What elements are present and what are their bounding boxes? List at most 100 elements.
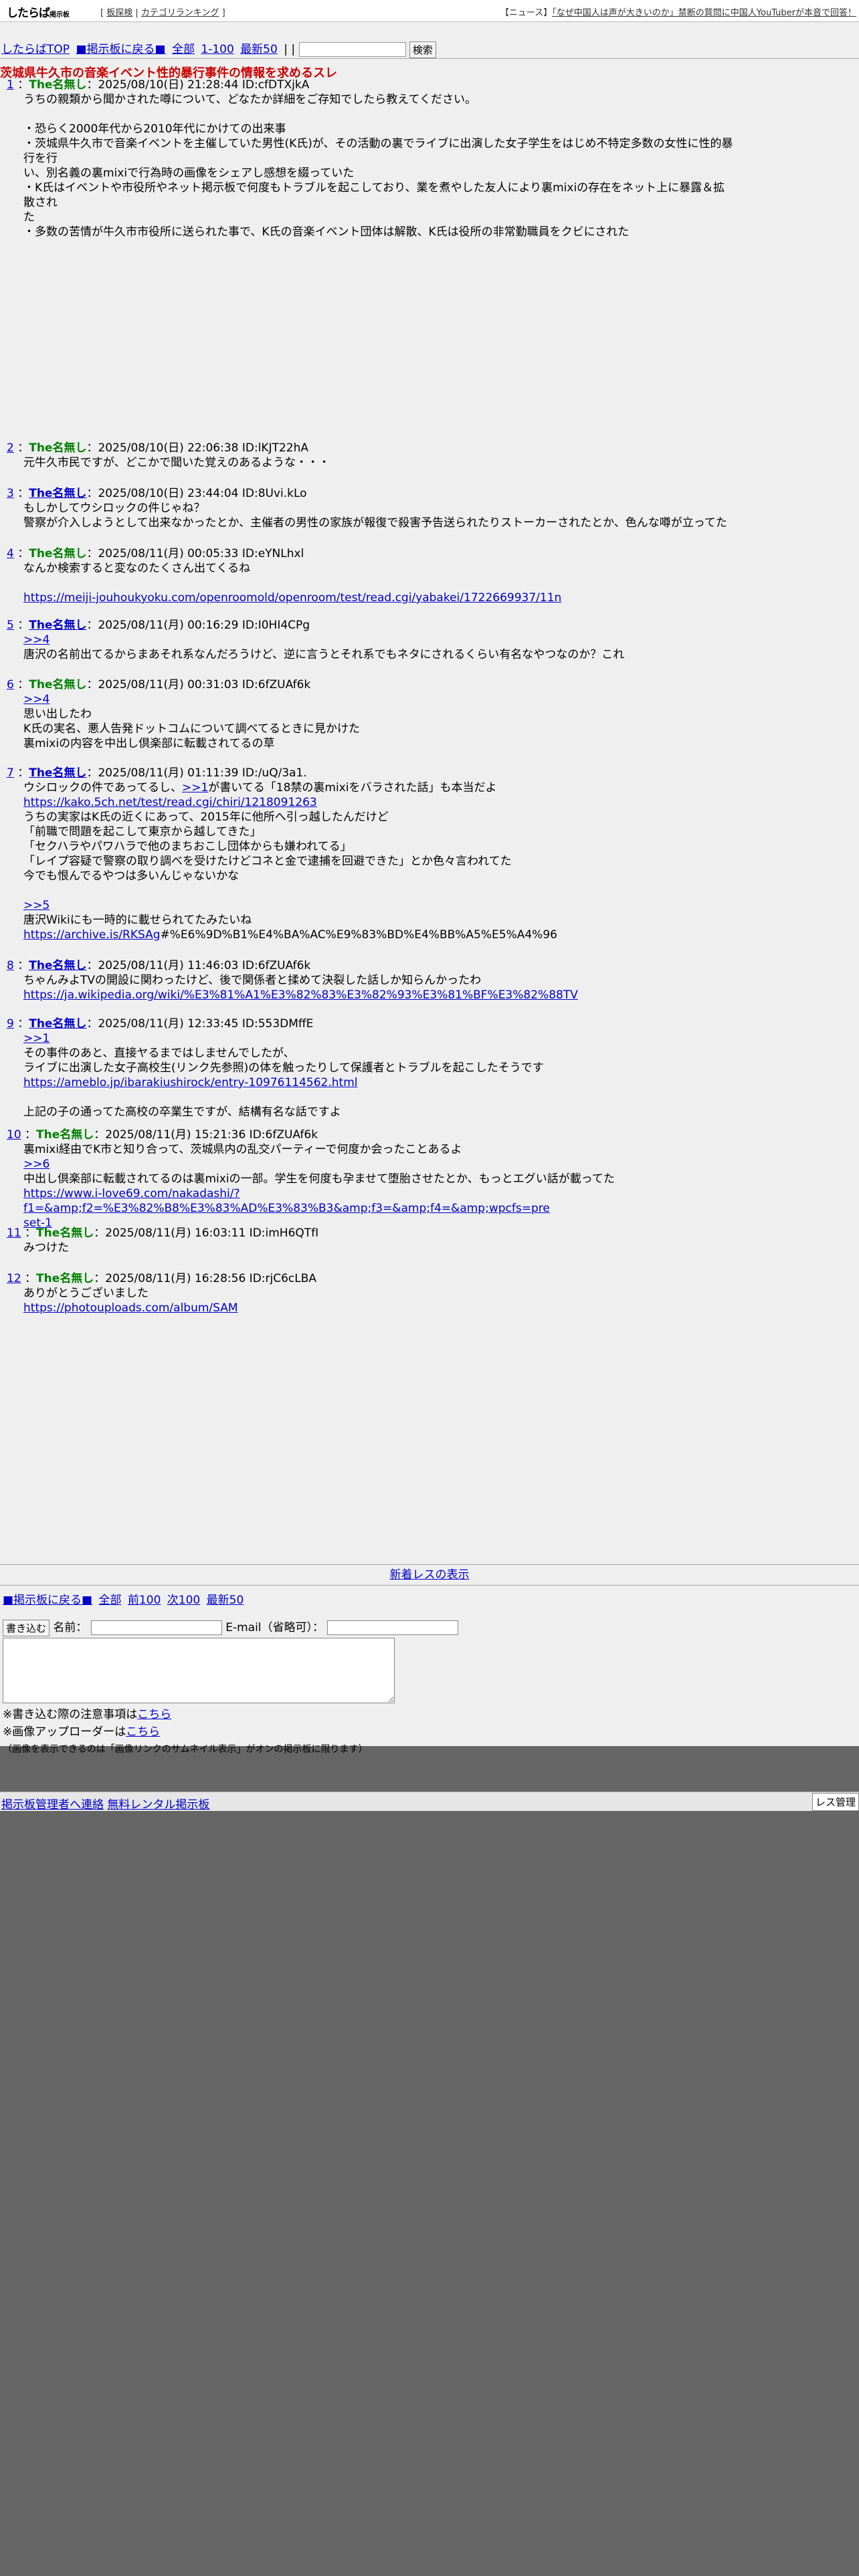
rules-link[interactable]: こちら xyxy=(137,1708,171,1721)
post-form: 書き込む 名前： E-mail（省略可）： xyxy=(3,1618,459,1636)
post-line: 元牛久市民ですが、どこかで聞いた覚えのあるような・・・ xyxy=(23,456,330,469)
note-text: （画像を表示できるのは「画像リンクのサムネイル表示」がオンの掲示板に限ります） xyxy=(3,1744,368,1755)
post-line: 唐沢Wikiにも一時的に載せられてたみたいね xyxy=(23,914,252,927)
post-line xyxy=(23,883,736,898)
post-11: 11 ：The名無し：2025/08/11(月) 16:03:11 ID:imH… xyxy=(0,1226,736,1255)
post-number[interactable]: 6 xyxy=(7,678,14,691)
range-link[interactable]: 1-100 xyxy=(201,43,233,56)
post-number[interactable]: 12 xyxy=(7,1272,21,1285)
post-number[interactable]: 9 xyxy=(7,1017,14,1031)
all-posts-link[interactable]: 全部 xyxy=(99,1594,122,1607)
post-line: 「前職で問題を起こして東京から越してきた」 xyxy=(23,825,262,839)
post-line: みつけた xyxy=(23,1241,69,1255)
bracket: [ xyxy=(100,8,104,18)
res-admin-button[interactable]: レス管理 xyxy=(812,1793,859,1811)
post-number[interactable]: 7 xyxy=(7,766,14,780)
latest50-link[interactable]: 最新50 xyxy=(207,1594,244,1607)
poster-name[interactable]: The名無し xyxy=(29,766,86,780)
uploader-link[interactable]: こちら xyxy=(126,1725,160,1739)
post-link[interactable]: https://ja.wikipedia.org/wiki/%E3%81%A1%… xyxy=(23,988,578,1002)
post-1: 1 ：The名無し：2025/08/10(日) 21:28:44 ID:cfDT… xyxy=(0,78,736,239)
post-meta: ：2025/08/10(日) 22:06:38 ID:lKJT22hA xyxy=(86,441,309,455)
name-input[interactable] xyxy=(90,1620,222,1635)
show-new-res-link[interactable]: 新着レスの表示 xyxy=(390,1568,470,1582)
post-line: その事件のあと、直接ヤるまではしませんでしたが、 xyxy=(23,1047,295,1060)
post-line: ・K氏はイベントや市役所やネット掲示板で何度もトラブルを起こしており、業を煮やし… xyxy=(23,181,725,209)
post-line xyxy=(23,1090,736,1105)
poster-name[interactable]: The名無し xyxy=(29,619,86,632)
post-link[interactable]: https://kako.5ch.net/test/read.cgi/chiri… xyxy=(23,796,317,809)
search-button[interactable]: 検索 xyxy=(409,41,436,58)
post-line: もしかしてウシロックの件じゃね？ xyxy=(23,502,205,515)
post-line: ちゃんみよTVの開設に関わったけど、後で関係者と揉めて決裂した話しか知らんかった… xyxy=(23,974,482,987)
post-7: 7 ：The名無し：2025/08/11(月) 01:11:39 ID:/uQ/… xyxy=(0,766,736,942)
post-link[interactable]: https://www.i-love69.com/nakadashi/?f1=&… xyxy=(23,1187,550,1215)
post-line: うちの親類から聞かされた噂について、どなたか詳細をご存知でしたら教えてください。 xyxy=(23,93,476,106)
post-meta: ：2025/08/11(月) 11:46:03 ID:6fZUAf6k xyxy=(86,959,311,972)
shitaraba-logo[interactable]: したらば掲示板 xyxy=(7,3,70,20)
shitaraba-top-link[interactable]: したらばTOP xyxy=(1,43,70,56)
post-line: 今でも恨んでるやつは多いんじゃないかな xyxy=(23,869,240,883)
name-label: 名前： xyxy=(53,1621,88,1634)
post-12: 12 ：The名無し：2025/08/11(月) 16:28:56 ID:rjC… xyxy=(0,1271,736,1315)
bracket: ] xyxy=(221,8,225,18)
post-number[interactable]: 4 xyxy=(7,547,14,560)
reply-anchor[interactable]: >>4 xyxy=(23,693,50,706)
all-posts-link[interactable]: 全部 xyxy=(172,43,195,56)
post-number[interactable]: 1 xyxy=(7,78,14,92)
reply-anchor[interactable]: >>4 xyxy=(23,633,50,647)
post-link[interactable]: https://photouploads.com/album/SAM xyxy=(23,1301,238,1315)
search-input[interactable] xyxy=(298,42,406,57)
email-input[interactable] xyxy=(327,1620,459,1635)
post-10: 10 ：The名無し：2025/08/11(月) 15:21:36 ID:6fZ… xyxy=(0,1128,736,1230)
post-line: た xyxy=(23,211,35,224)
post-link[interactable]: https://archive.is/RKSAg xyxy=(23,928,161,942)
poster-name: The名無し xyxy=(36,1272,94,1285)
header-links: [ 板探検 | カテゴリランキング ] xyxy=(100,5,225,18)
reply-anchor[interactable]: >>1 xyxy=(23,1032,50,1045)
news-label: 【ニュース】 xyxy=(500,8,553,18)
thread-nav: したらばTOP ■掲示板に戻る■ 全部 1-100 最新50 | | 検索 xyxy=(1,39,436,58)
post-meta: ：2025/08/11(月) 16:03:11 ID:imH6QTfI xyxy=(94,1226,319,1240)
post-line: が書いてる「18禁の裏mixiをバラされた話」も本当だよ xyxy=(208,781,497,794)
post-meta: ：2025/08/11(月) 00:31:03 ID:6fZUAf6k xyxy=(86,678,311,691)
admin-contact-link[interactable]: 掲示板管理者へ連絡 xyxy=(1,1798,104,1812)
post-line: ・恐らく2000年代から2010年代にかけての出来事 xyxy=(23,122,286,136)
post-meta: ：2025/08/11(月) 00:16:29 ID:I0HI4CPg xyxy=(86,619,310,632)
poster-name: The名無し xyxy=(36,1128,94,1142)
post-number[interactable]: 5 xyxy=(7,619,14,632)
news-link[interactable]: 「なぜ中国人は声が大きいのか」禁断の質問に中国人YouTuberが本音で回答！ xyxy=(552,8,856,18)
reply-anchor[interactable]: >>5 xyxy=(23,899,50,912)
prev100-link[interactable]: 前100 xyxy=(128,1594,161,1607)
post-line: #%E6%9D%B1%E4%BA%AC%E9%83%BD%E4%BB%A5%E5… xyxy=(160,928,557,942)
poster-name[interactable]: The名無し xyxy=(29,487,86,500)
poster-name: The名無し xyxy=(29,441,87,455)
portal-link[interactable]: 板探検 xyxy=(106,8,132,18)
latest50-link[interactable]: 最新50 xyxy=(240,43,278,56)
post-6: 6 ：The名無し：2025/08/11(月) 00:31:03 ID:6fZU… xyxy=(0,677,736,751)
post-link[interactable]: https://ameblo.jp/ibarakiushirock/entry-… xyxy=(23,1076,358,1089)
reply-anchor[interactable]: >>6 xyxy=(23,1158,50,1171)
next100-link[interactable]: 次100 xyxy=(167,1594,200,1607)
post-line: ライブに出演した女子高校生(リンク先参照)の体を触ったりして保護者とトラブルを起… xyxy=(23,1061,544,1075)
post-number[interactable]: 10 xyxy=(7,1128,21,1142)
post-line: 裏mixi経由でK市と知り合って、茨城県内の乱交パーティーで何度か会ったことある… xyxy=(23,1143,462,1156)
post-link[interactable]: https://meiji-jouhoukyoku.com/openroomol… xyxy=(23,591,561,605)
post-line: うちの実家はK氏の近くにあって、2015年に他所へ引っ越したんだけど xyxy=(23,811,389,824)
category-ranking-link[interactable]: カテゴリランキング xyxy=(141,8,219,18)
logo-main: したらば xyxy=(7,7,50,20)
post-number[interactable]: 2 xyxy=(7,441,14,455)
poster-name[interactable]: The名無し xyxy=(29,1017,86,1031)
back-to-board-link[interactable]: ■掲示板に戻る■ xyxy=(3,1594,92,1607)
post-number[interactable]: 11 xyxy=(7,1226,21,1240)
post-number[interactable]: 8 xyxy=(7,959,14,972)
back-to-board-link[interactable]: ■掲示板に戻る■ xyxy=(76,43,165,56)
free-bbs-link[interactable]: 無料レンタル掲示板 xyxy=(107,1798,209,1812)
post-number[interactable]: 3 xyxy=(7,487,14,500)
message-textarea[interactable] xyxy=(3,1638,395,1703)
post-line: なんか検索すると変なのたくさん出てくるね xyxy=(23,562,251,575)
poster-name[interactable]: The名無し xyxy=(29,959,86,972)
submit-button[interactable]: 書き込む xyxy=(3,1619,50,1636)
reply-anchor[interactable]: >>1 xyxy=(182,781,208,794)
post-line: 「レイプ容疑で警察の取り調べを受けたけどコネと金で逮捕を回避できた」とか色々言わ… xyxy=(23,855,512,868)
